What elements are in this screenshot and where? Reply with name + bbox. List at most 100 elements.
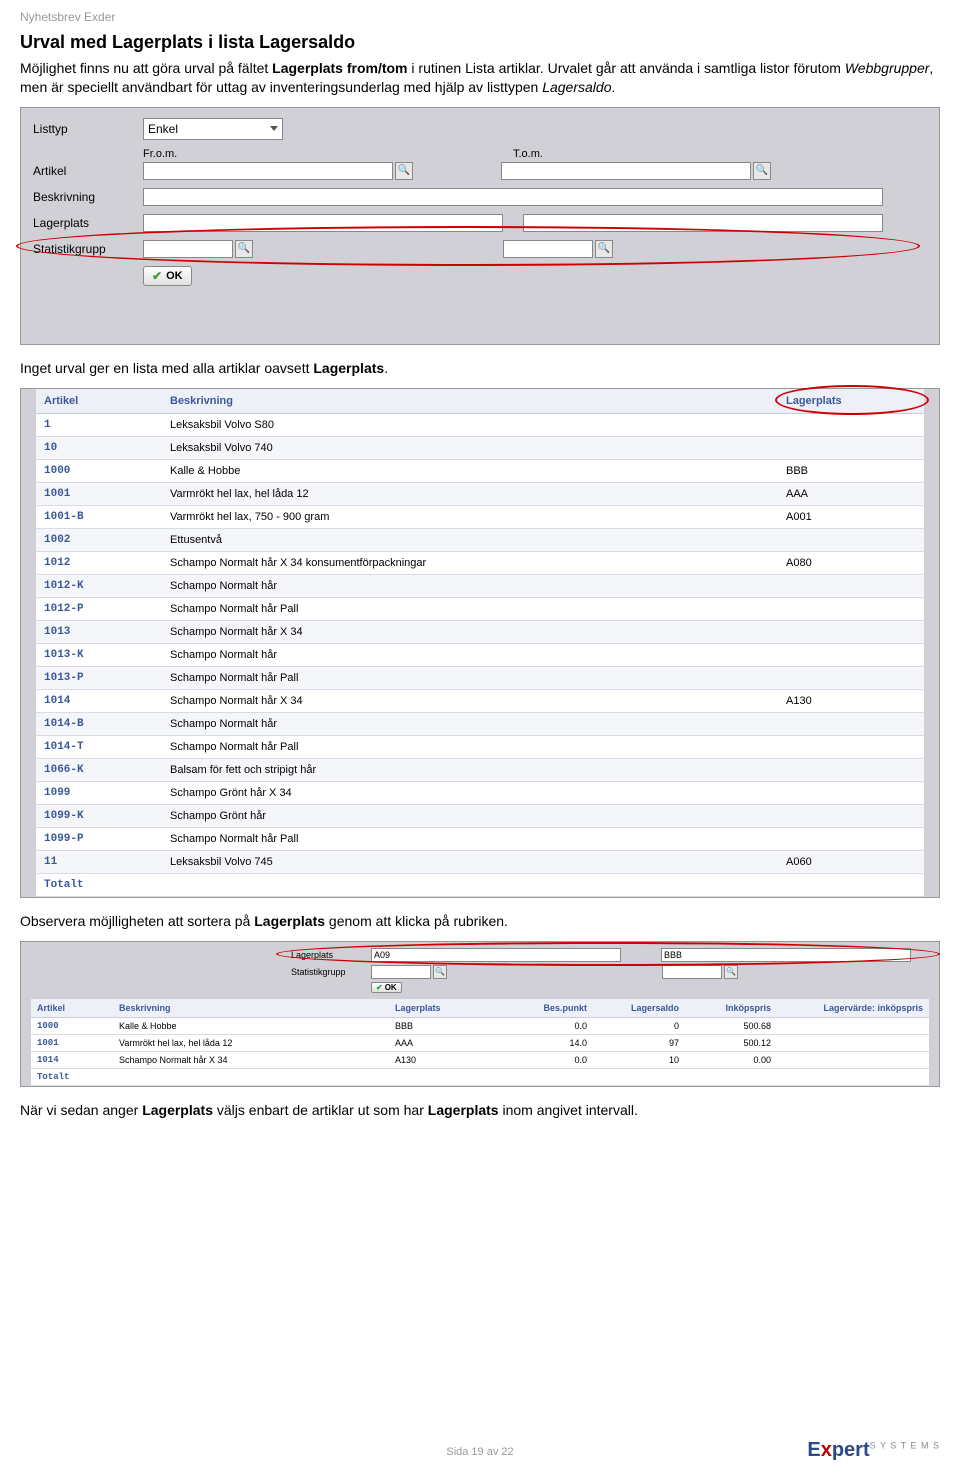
cell-artikel[interactable]: 10	[36, 436, 162, 459]
section-title: Urval med Lagerplats i lista Lagersaldo	[20, 32, 940, 53]
table-row: 1Leksaksbil Volvo S80	[36, 413, 924, 436]
cell-artikel[interactable]: 1000	[31, 1017, 113, 1034]
statistikgrupp-from-input[interactable]	[371, 965, 431, 979]
cell-artikel[interactable]: 1012-P	[36, 597, 162, 620]
lagerplats-from-input[interactable]	[371, 948, 621, 962]
col-lagerplats[interactable]: Lagerplats	[389, 999, 501, 1018]
col-inkopspris[interactable]: Inköpspris	[685, 999, 777, 1018]
cell-artikel[interactable]: 1014	[36, 689, 162, 712]
cell-beskrivning: Ettusentvå	[162, 528, 778, 551]
cell-beskrivning: Schampo Normalt hår X 34 konsumentförpac…	[162, 551, 778, 574]
col-lagersaldo[interactable]: Lagersaldo	[593, 999, 685, 1018]
table-row: 1014-TSchampo Normalt hår Pall	[36, 735, 924, 758]
cell-beskrivning: Varmrökt hel lax, hel låda 12	[113, 1034, 389, 1051]
cell-artikel[interactable]: 1013-P	[36, 666, 162, 689]
sorted-result: Lagerplats Statistikgrupp 🔍 🔍 ✔ OK	[20, 941, 940, 1087]
statistikgrupp-to-input[interactable]	[503, 240, 593, 258]
cell-lagerplats: A001	[778, 505, 924, 528]
cell-beskrivning: Schampo Normalt hår X 34	[162, 620, 778, 643]
cell-artikel[interactable]: 1013	[36, 620, 162, 643]
cell-bespunkt: 0.0	[501, 1017, 593, 1034]
statistikgrupp-label: Statistikgrupp	[291, 967, 371, 977]
search-icon[interactable]: 🔍	[753, 162, 771, 180]
col-artikel[interactable]: Artikel	[31, 999, 113, 1018]
cell-artikel[interactable]: 1000	[36, 459, 162, 482]
intro-paragraph: Möjlighet finns nu att göra urval på fäl…	[20, 59, 940, 97]
cell-artikel[interactable]: 1012	[36, 551, 162, 574]
table-row: 10Leksaksbil Volvo 740	[36, 436, 924, 459]
cell-lagerplats: A060	[778, 850, 924, 873]
table-row: 1000Kalle & HobbeBBB	[36, 459, 924, 482]
cell-artikel[interactable]: 1001	[36, 482, 162, 505]
col-lagerplats[interactable]: Lagerplats	[778, 389, 924, 414]
filter-form: Listtyp Enkel Fr.o.m. T.o.m. Artikel 🔍 🔍…	[20, 107, 940, 345]
cell-lagerplats	[778, 758, 924, 781]
ok-button[interactable]: ✔ OK	[143, 266, 192, 286]
cell-lagervarde	[777, 1051, 929, 1068]
listtyp-select[interactable]: Enkel	[143, 118, 283, 140]
search-icon[interactable]: 🔍	[235, 240, 253, 258]
cell-artikel[interactable]: 1013-K	[36, 643, 162, 666]
cell-lagersaldo: 0	[593, 1017, 685, 1034]
col-beskrivning[interactable]: Beskrivning	[162, 389, 778, 414]
col-bespunkt[interactable]: Bes.punkt	[501, 999, 593, 1018]
cell-artikel[interactable]: 1099	[36, 781, 162, 804]
lagerplats-to-input[interactable]	[523, 214, 883, 232]
col-lagervarde[interactable]: Lagervärde: inköpspris	[777, 999, 929, 1018]
cell-totalt: Totalt	[31, 1068, 113, 1085]
cell-artikel[interactable]: 1001-B	[36, 505, 162, 528]
cell-beskrivning: Schampo Normalt hår X 34	[162, 689, 778, 712]
cell-artikel[interactable]: 1002	[36, 528, 162, 551]
search-icon[interactable]: 🔍	[433, 965, 447, 979]
cell-artikel[interactable]: 1014-B	[36, 712, 162, 735]
cell-beskrivning: Schampo Normalt hår	[162, 643, 778, 666]
search-icon[interactable]: 🔍	[724, 965, 738, 979]
lagerplats-label: Lagerplats	[33, 216, 143, 230]
cell-artikel[interactable]: 1	[36, 413, 162, 436]
cell-beskrivning: Schampo Grönt hår	[162, 804, 778, 827]
cell-lagerplats	[778, 712, 924, 735]
cell-artikel[interactable]: 1012-K	[36, 574, 162, 597]
statistikgrupp-label: Statistikgrupp	[33, 242, 143, 256]
cell-beskrivning: Schampo Normalt hår Pall	[162, 666, 778, 689]
cell-lagerplats	[778, 597, 924, 620]
mid-paragraph: Inget urval ger en lista med alla artikl…	[20, 359, 940, 378]
ok-button[interactable]: ✔ OK	[371, 982, 402, 993]
cell-beskrivning: Schampo Normalt hår X 34	[113, 1051, 389, 1068]
lagerplats-to-input[interactable]	[661, 948, 911, 962]
beskrivning-input[interactable]	[143, 188, 883, 206]
table-row: 1012-KSchampo Normalt hår	[36, 574, 924, 597]
col-artikel[interactable]: Artikel	[36, 389, 162, 414]
search-icon[interactable]: 🔍	[395, 162, 413, 180]
search-icon[interactable]: 🔍	[595, 240, 613, 258]
cell-lagerplats	[778, 620, 924, 643]
cell-beskrivning: Kalle & Hobbe	[162, 459, 778, 482]
cell-lagersaldo: 97	[593, 1034, 685, 1051]
cell-lagerplats: A080	[778, 551, 924, 574]
from-label: Fr.o.m.	[143, 148, 513, 160]
cell-lagerplats: BBB	[778, 459, 924, 482]
cell-artikel[interactable]: 1099-P	[36, 827, 162, 850]
statistikgrupp-to-input[interactable]	[662, 965, 722, 979]
cell-lagerplats	[778, 643, 924, 666]
artikel-to-input[interactable]	[501, 162, 751, 180]
cell-artikel[interactable]: 1066-K	[36, 758, 162, 781]
cell-artikel[interactable]: 1014	[31, 1051, 113, 1068]
lagerplats-from-input[interactable]	[143, 214, 503, 232]
final-paragraph: När vi sedan anger Lagerplats väljs enba…	[20, 1101, 940, 1120]
cell-lagersaldo: 10	[593, 1051, 685, 1068]
col-beskrivning[interactable]: Beskrivning	[113, 999, 389, 1018]
artikel-from-input[interactable]	[143, 162, 393, 180]
check-icon: ✔	[152, 269, 162, 283]
cell-lagervarde	[777, 1034, 929, 1051]
observe-paragraph: Observera möjlligheten att sortera på La…	[20, 912, 940, 931]
table-row: 1014Schampo Normalt hår X 34A1300.0100.0…	[31, 1051, 929, 1068]
cell-lagerplats: A130	[778, 689, 924, 712]
cell-lagerplats: BBB	[389, 1017, 501, 1034]
cell-artikel[interactable]: 1001	[31, 1034, 113, 1051]
cell-lagervarde	[777, 1017, 929, 1034]
cell-artikel[interactable]: 1014-T	[36, 735, 162, 758]
cell-artikel[interactable]: 1099-K	[36, 804, 162, 827]
statistikgrupp-from-input[interactable]	[143, 240, 233, 258]
cell-artikel[interactable]: 11	[36, 850, 162, 873]
